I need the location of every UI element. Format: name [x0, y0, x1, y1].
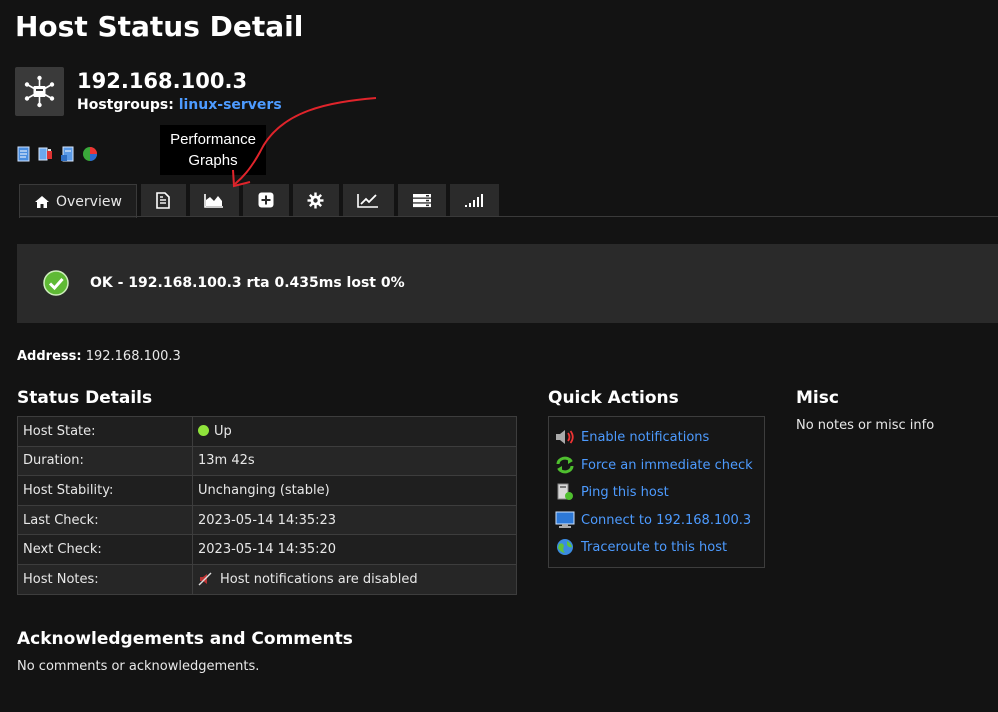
enable-notifications-label: Enable notifications — [581, 429, 710, 445]
detail-key: Duration: — [17, 445, 193, 477]
detail-value: 2023-05-14 14:35:20 — [192, 534, 517, 565]
misc-text: No notes or misc info — [796, 418, 935, 433]
host-extra-icons — [15, 145, 99, 163]
address-value: 192.168.100.3 — [85, 349, 181, 364]
signal-bars-icon — [465, 193, 484, 207]
tab-notes[interactable] — [140, 184, 186, 216]
notifications-disabled-icon — [198, 572, 212, 586]
detail-key: Host State: — [17, 416, 193, 447]
host-name: 192.168.100.3 — [77, 69, 248, 93]
detail-key: Host Stability: — [17, 475, 193, 506]
notes-document-icon[interactable] — [15, 145, 33, 163]
force-check-link[interactable]: Force an immediate check — [555, 455, 753, 475]
detail-value: 13m 42s — [192, 445, 517, 477]
tab-divider — [19, 216, 998, 217]
ping-host-link[interactable]: Ping this host — [555, 482, 669, 502]
host-status-page: Host Status Detail 192.168.100.3 Hostgro… — [0, 0, 998, 712]
detail-value: Up — [192, 416, 517, 447]
host-address: Address: 192.168.100.3 — [17, 349, 181, 364]
traceroute-label: Traceroute to this host — [581, 539, 728, 555]
ping-host-label: Ping this host — [581, 484, 669, 500]
address-label: Address: — [17, 349, 82, 364]
enable-notifications-link[interactable]: Enable notifications — [555, 427, 709, 447]
pie-chart-icon[interactable] — [81, 145, 99, 163]
misc-title: Misc — [796, 388, 839, 408]
annotation-arrow — [232, 97, 377, 188]
quick-actions-title: Quick Actions — [548, 388, 679, 408]
host-state-value: Up — [214, 423, 232, 439]
globe-icon — [557, 539, 573, 555]
table-row: Host Stability: Unchanging (stable) — [17, 475, 517, 506]
table-row: Host State: Up — [17, 416, 517, 447]
document-icon — [156, 191, 171, 209]
connect-host-link[interactable]: Connect to 192.168.100.3 — [555, 510, 751, 530]
table-row: Next Check: 2023-05-14 14:35:20 — [17, 534, 517, 565]
quick-actions-panel: Enable notifications Force an immediate … — [548, 416, 765, 568]
traceroute-link[interactable]: Traceroute to this host — [555, 537, 727, 557]
notification-device-icon[interactable] — [37, 145, 55, 163]
detail-value: Unchanging (stable) — [192, 475, 517, 506]
refresh-icon — [556, 456, 574, 474]
host-network-icon — [15, 67, 64, 116]
detail-key: Next Check: — [17, 534, 193, 565]
status-output: OK - 192.168.100.3 rta 0.435ms lost 0% — [90, 275, 405, 291]
status-details-title: Status Details — [17, 388, 153, 408]
detail-value: 2023-05-14 14:35:23 — [192, 504, 517, 536]
hostgroups-label: Hostgroups: — [77, 97, 174, 113]
table-row: Last Check: 2023-05-14 14:35:23 — [17, 504, 517, 536]
speaker-icon — [556, 430, 574, 444]
host-notes-value: Host notifications are disabled — [220, 571, 418, 587]
ping-icon — [557, 483, 573, 500]
table-row: Duration: 13m 42s — [17, 445, 517, 477]
service-document-icon[interactable] — [59, 145, 77, 163]
force-check-label: Force an immediate check — [581, 457, 753, 473]
detail-key: Last Check: — [17, 504, 193, 536]
status-banner: OK - 192.168.100.3 rta 0.435ms lost 0% — [17, 244, 998, 323]
detail-value: Host notifications are disabled — [192, 563, 517, 595]
status-up-dot-icon — [198, 424, 209, 436]
detail-key: Host Notes: — [17, 563, 193, 595]
gear-icon — [307, 192, 324, 208]
check-circle-icon — [43, 270, 69, 296]
status-details-table: Host State: Up Duration: 13m 42s Host St… — [17, 416, 517, 595]
tab-availability[interactable] — [449, 184, 499, 216]
tab-services[interactable] — [397, 184, 446, 216]
tab-overview[interactable]: Overview — [19, 184, 137, 218]
home-icon — [35, 195, 49, 208]
plus-square-icon — [258, 192, 274, 208]
page-title: Host Status Detail — [15, 10, 304, 43]
tab-overview-label: Overview — [56, 193, 122, 210]
line-chart-icon — [357, 193, 379, 208]
acknowledgements-text: No comments or acknowledgements. — [17, 659, 260, 674]
table-row: Host Notes: Host notifications are disab… — [17, 563, 517, 595]
acknowledgements-title: Acknowledgements and Comments — [17, 629, 353, 649]
connect-host-label: Connect to 192.168.100.3 — [581, 512, 752, 528]
server-list-icon — [412, 193, 431, 207]
monitor-icon — [555, 511, 575, 528]
area-chart-icon — [204, 193, 224, 208]
